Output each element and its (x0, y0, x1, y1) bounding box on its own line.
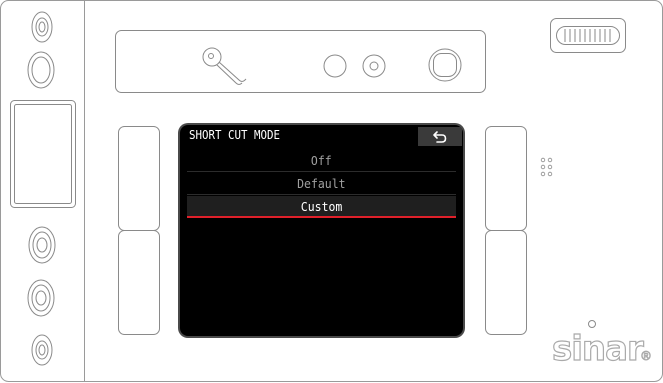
left-knob-bottom[interactable] (31, 334, 53, 366)
right-softkey-upper[interactable] (485, 126, 527, 231)
brand-logo-text: sinar (552, 329, 644, 368)
menu-item-label: Off (311, 152, 332, 168)
left-softkey-upper[interactable] (118, 126, 160, 231)
menu-separator (187, 171, 456, 172)
right-softkey-lower[interactable] (485, 230, 527, 335)
lcd-screen: SHORT CUT MODE Off Default Custom (180, 125, 463, 336)
control-wheel[interactable] (550, 18, 630, 58)
top-control-panel (115, 30, 486, 93)
side-door-panel (10, 100, 76, 208)
left-softkeys (118, 126, 160, 335)
left-knob-upper[interactable] (27, 51, 55, 89)
circle-button-icon[interactable] (323, 54, 347, 78)
left-knob-top[interactable] (31, 11, 53, 43)
right-softkeys (485, 126, 527, 335)
menu-title: SHORT CUT MODE (189, 128, 281, 142)
camera-body: sinar ® SHORT CUT MODE Off Default Custo… (0, 0, 663, 383)
return-arrow-icon (433, 130, 447, 143)
registered-mark: ® (640, 349, 652, 363)
left-softkey-lower[interactable] (118, 230, 160, 335)
key-icon[interactable] (202, 47, 247, 85)
menu-item-default[interactable]: Default (187, 173, 456, 193)
grip-icon (540, 157, 553, 177)
menu-item-custom[interactable]: Custom (187, 196, 456, 216)
brand-logo: sinar ® (548, 328, 654, 369)
back-button[interactable] (418, 127, 462, 146)
menu-header: SHORT CUT MODE (180, 125, 463, 147)
left-knob-lower[interactable] (27, 279, 55, 317)
menu-item-label: Custom (300, 198, 343, 214)
ring-button-icon[interactable] (362, 54, 386, 78)
menu-item-label: Default (297, 175, 346, 191)
left-knob-middle[interactable] (28, 226, 56, 264)
menu-separator (187, 194, 456, 195)
selection-underline (187, 216, 456, 218)
left-controls (10, 11, 76, 366)
menu-item-off[interactable]: Off (187, 150, 456, 170)
rounded-square-button-icon[interactable] (428, 48, 462, 82)
